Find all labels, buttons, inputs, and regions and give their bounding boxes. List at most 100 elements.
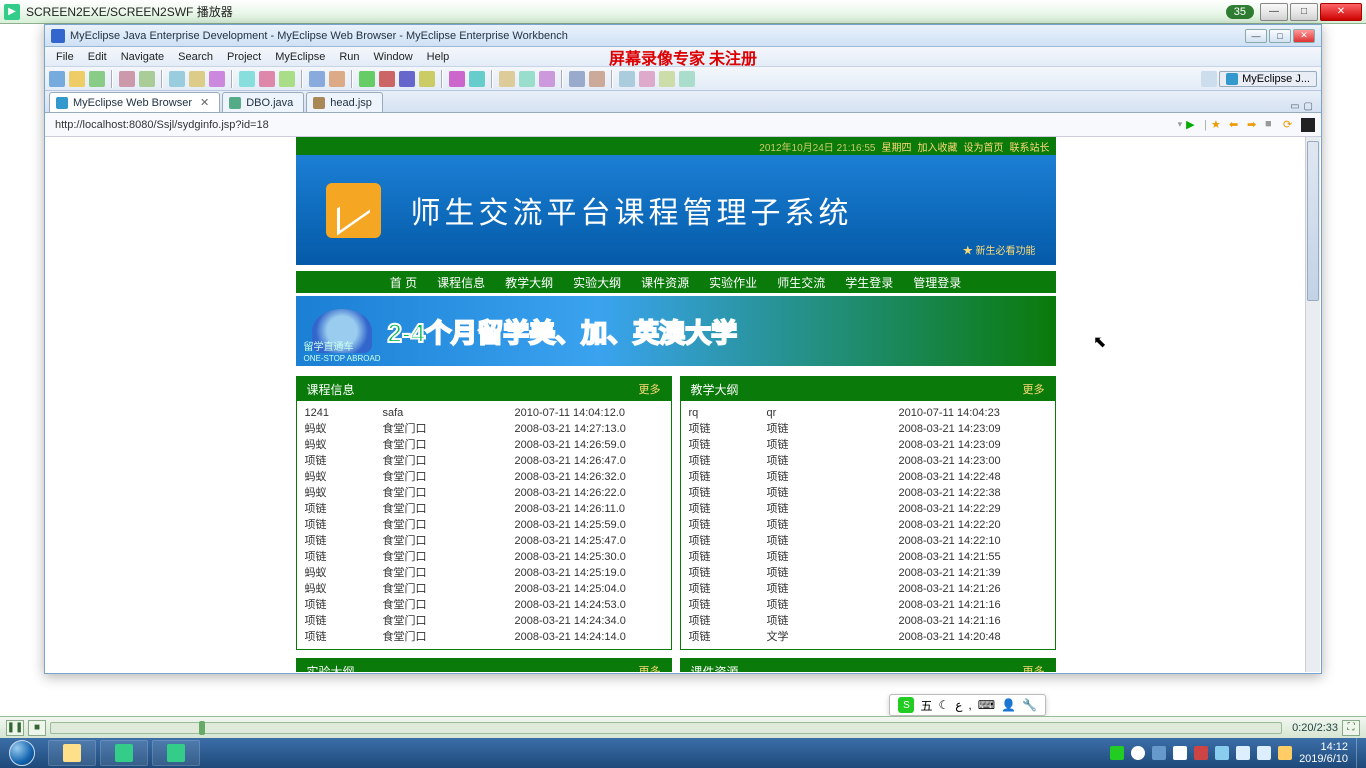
tray-icon[interactable]: [1215, 746, 1229, 760]
ad-banner[interactable]: 2-4个月留学美、加、英澳大学 留学直通车 ONE-STOP ABROAD: [296, 296, 1056, 366]
user-icon[interactable]: 👤: [1001, 698, 1016, 712]
ime-icon[interactable]: ☾: [938, 698, 949, 712]
table-row[interactable]: 项链项链2008-03-21 14:23:09: [689, 421, 1047, 437]
forward-icon[interactable]: ➡: [1247, 118, 1261, 132]
toolbar-icon[interactable]: [659, 71, 675, 87]
table-row[interactable]: 1241safa2010-07-11 14:04:12.0: [305, 405, 663, 421]
toolbar-icon[interactable]: [119, 71, 135, 87]
menu-edit[interactable]: Edit: [81, 51, 114, 63]
toolbar-icon[interactable]: [209, 71, 225, 87]
table-row[interactable]: rqqr2010-07-11 14:04:23: [689, 405, 1047, 421]
topbar-link[interactable]: 联系站长: [1010, 139, 1050, 154]
toolbar-icon[interactable]: [519, 71, 535, 87]
keyboard-icon[interactable]: ⌨: [978, 698, 995, 712]
menu-window[interactable]: Window: [367, 51, 420, 63]
toolbar-icon[interactable]: [89, 71, 105, 87]
go-icon[interactable]: ▶: [1186, 118, 1200, 132]
table-row[interactable]: 项链食堂门口2008-03-21 14:25:47.0: [305, 533, 663, 549]
toolbar-icon[interactable]: [279, 71, 295, 87]
player-close-button[interactable]: ✕: [1320, 3, 1362, 21]
table-row[interactable]: 项链项链2008-03-21 14:22:29: [689, 501, 1047, 517]
ime-icon[interactable]: ع: [955, 698, 962, 712]
toolbar-icon[interactable]: [189, 71, 205, 87]
nav-course[interactable]: 课程信息: [427, 274, 495, 291]
table-row[interactable]: 项链项链2008-03-21 14:21:55: [689, 549, 1047, 565]
table-row[interactable]: 项链食堂门口2008-03-21 14:25:59.0: [305, 517, 663, 533]
perspective-button[interactable]: MyEclipse J...: [1219, 71, 1317, 87]
tab-browser[interactable]: MyEclipse Web Browser ✕: [49, 92, 220, 112]
tab-dbo-java[interactable]: DBO.java: [222, 92, 304, 112]
taskbar-app-explorer[interactable]: [48, 740, 96, 766]
table-row[interactable]: 项链项链2008-03-21 14:22:10: [689, 533, 1047, 549]
eclipse-maximize-button[interactable]: □: [1269, 29, 1291, 43]
table-row[interactable]: 蚂蚁食堂门口2008-03-21 14:26:59.0: [305, 437, 663, 453]
nav-home[interactable]: 首 页: [380, 274, 427, 291]
nav-student-login[interactable]: 学生登录: [835, 274, 903, 291]
menu-file[interactable]: File: [49, 51, 81, 63]
menu-help[interactable]: Help: [420, 51, 457, 63]
more-link[interactable]: 更多: [639, 663, 661, 672]
player-fullscreen-button[interactable]: ⛶: [1342, 720, 1360, 736]
toolbar-icon[interactable]: [679, 71, 695, 87]
tray-icon[interactable]: [1131, 746, 1145, 760]
tray-volume-icon[interactable]: [1257, 746, 1271, 760]
tray-icon[interactable]: [1194, 746, 1208, 760]
settings-icon[interactable]: 🔧: [1022, 698, 1037, 712]
toolbar-icon[interactable]: [49, 71, 65, 87]
eclipse-close-button[interactable]: ✕: [1293, 29, 1315, 43]
favorite-icon[interactable]: ★: [1211, 118, 1225, 132]
table-row[interactable]: 项链食堂门口2008-03-21 14:24:14.0: [305, 629, 663, 645]
topbar-link[interactable]: 加入收藏: [918, 139, 958, 154]
sogou-icon[interactable]: S: [898, 697, 914, 713]
ime-label[interactable]: 五: [920, 697, 932, 714]
menu-run[interactable]: Run: [332, 51, 366, 63]
toolbar-icon[interactable]: [589, 71, 605, 87]
table-row[interactable]: 项链食堂门口2008-03-21 14:26:47.0: [305, 453, 663, 469]
menu-navigate[interactable]: Navigate: [114, 51, 171, 63]
table-row[interactable]: 项链项链2008-03-21 14:21:16: [689, 613, 1047, 629]
minimize-view-icon[interactable]: ▭: [1290, 101, 1299, 112]
nav-resources[interactable]: 课件资源: [631, 274, 699, 291]
table-row[interactable]: 项链项链2008-03-21 14:22:38: [689, 485, 1047, 501]
stop-icon[interactable]: ■: [1265, 118, 1279, 132]
taskbar-app-player2[interactable]: [152, 740, 200, 766]
table-row[interactable]: 项链食堂门口2008-03-21 14:24:34.0: [305, 613, 663, 629]
toolbar-icon[interactable]: [469, 71, 485, 87]
table-row[interactable]: 蚂蚁食堂门口2008-03-21 14:25:19.0: [305, 565, 663, 581]
toolbar-icon[interactable]: [449, 71, 465, 87]
show-desktop-button[interactable]: [1356, 738, 1366, 768]
nav-admin-login[interactable]: 管理登录: [903, 274, 971, 291]
player-pause-button[interactable]: ❚❚: [6, 720, 24, 736]
table-row[interactable]: 项链文学2008-03-21 14:20:48: [689, 629, 1047, 645]
player-minimize-button[interactable]: —: [1260, 3, 1288, 21]
tray-sogou-icon[interactable]: [1110, 746, 1124, 760]
toolbar-icon[interactable]: [169, 71, 185, 87]
vertical-scrollbar[interactable]: [1305, 137, 1320, 672]
more-link[interactable]: 更多: [1023, 663, 1045, 672]
toolbar-icon[interactable]: [69, 71, 85, 87]
toolbar-icon[interactable]: [309, 71, 325, 87]
toolbar-icon[interactable]: [329, 71, 345, 87]
table-row[interactable]: 项链项链2008-03-21 14:21:39: [689, 565, 1047, 581]
menu-myeclipse[interactable]: MyEclipse: [268, 51, 332, 63]
tray-icon[interactable]: [1152, 746, 1166, 760]
toolbar-icon[interactable]: [499, 71, 515, 87]
ime-icon[interactable]: ,: [968, 698, 971, 712]
table-row[interactable]: 项链食堂门口2008-03-21 14:24:53.0: [305, 597, 663, 613]
toolbar-icon[interactable]: [359, 71, 375, 87]
topbar-link[interactable]: 设为首页: [964, 139, 1004, 154]
tray-network-icon[interactable]: [1236, 746, 1250, 760]
close-icon[interactable]: ✕: [200, 96, 209, 109]
taskbar-app-player[interactable]: [100, 740, 148, 766]
back-icon[interactable]: ⬅: [1229, 118, 1243, 132]
toolbar-icon[interactable]: [639, 71, 655, 87]
dropdown-icon[interactable]: ▾: [1178, 119, 1183, 130]
toolbar-icon[interactable]: [379, 71, 395, 87]
table-row[interactable]: 项链项链2008-03-21 14:23:00: [689, 453, 1047, 469]
table-row[interactable]: 项链项链2008-03-21 14:23:09: [689, 437, 1047, 453]
table-row[interactable]: 项链项链2008-03-21 14:21:26: [689, 581, 1047, 597]
toolbar-icon[interactable]: [259, 71, 275, 87]
toolbar-icon[interactable]: [399, 71, 415, 87]
toolbar-icon[interactable]: [139, 71, 155, 87]
toolbar-icon[interactable]: [619, 71, 635, 87]
